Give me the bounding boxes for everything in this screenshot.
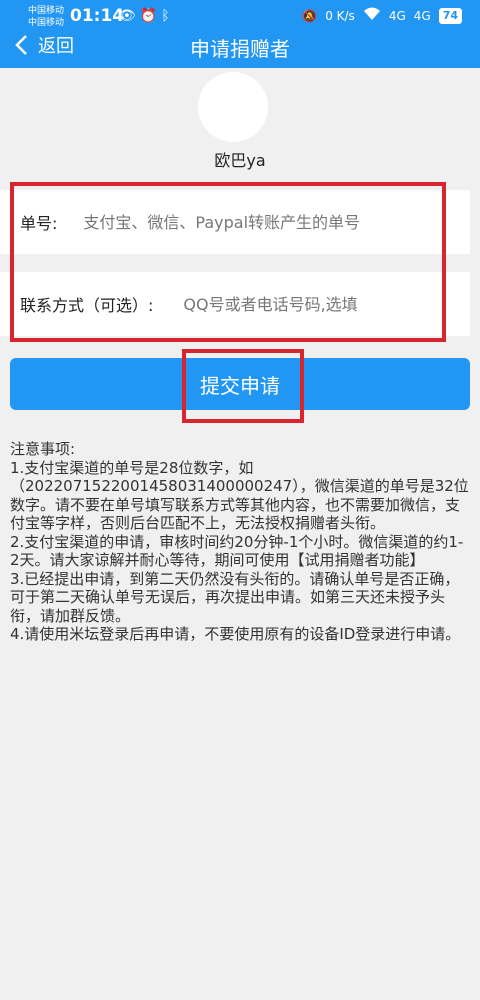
battery-icon: 74 — [438, 7, 462, 24]
carrier-2: 中国移动 — [28, 18, 65, 28]
status-time: 01:14 — [70, 6, 125, 26]
order-number-input[interactable] — [83, 212, 424, 232]
contact-label: 联系方式（可选）: — [20, 296, 154, 315]
submit-label: 提交申请 — [200, 373, 280, 398]
contact-row: 联系方式（可选）: — [0, 272, 470, 336]
avatar — [198, 72, 268, 142]
notes-item: 3.已经提出申请，到第二天仍然没有头衔的。请确认单号是否正确，可于第二天确认单号… — [10, 569, 460, 625]
wifi-icon — [363, 7, 381, 24]
network-speed: 0 K/s — [325, 8, 355, 23]
status-bar: 中国移动 中国移动 01:14 👁⏰ᛒ 🔕 0 K/s 4G 4G 74 — [0, 0, 480, 34]
page-title: 申请捐赠者 — [190, 37, 290, 61]
carrier-1: 中国移动 — [28, 6, 65, 16]
signal-1: 4G — [388, 8, 406, 23]
notes-heading: 注意事项: — [10, 440, 76, 458]
status-icons-left: 👁⏰ᛒ — [118, 8, 174, 24]
submit-button[interactable]: 提交申请 — [10, 358, 470, 410]
contact-input[interactable] — [183, 294, 414, 314]
alarm-icon: ⏰ — [139, 8, 162, 24]
username: 欧巴ya — [214, 151, 266, 170]
signal-2: 4G — [413, 8, 431, 23]
notes-section: 注意事项: 1.支付宝渠道的单号是28位数字，如（202207152200145… — [10, 440, 470, 644]
order-number-label: 单号: — [20, 214, 58, 233]
nav-bar: 返回 申请捐赠者 — [0, 30, 480, 68]
app-header: 中国移动 中国移动 01:14 👁⏰ᛒ 🔕 0 K/s 4G 4G 74 返回 … — [0, 0, 480, 68]
notes-item: 1.支付宝渠道的单号是28位数字，如（202207152200145803140… — [10, 458, 469, 533]
mute-icon: 🔕 — [302, 8, 318, 23]
carrier-info: 中国移动 中国移动 — [28, 5, 64, 29]
eye-icon: 👁 — [118, 8, 140, 24]
notes-item: 4.请使用米坛登录后再申请，不要使用原有的设备ID登录进行申请。 — [10, 625, 461, 643]
order-number-row: 单号: — [0, 190, 470, 254]
bluetooth-icon: ᛒ — [161, 8, 174, 24]
notes-item: 2.支付宝渠道的申请，审核时间约20分钟-1个小时。微信渠道的约1-2天。请大家… — [10, 532, 464, 570]
status-icons-right: 🔕 0 K/s 4G 4G 74 — [302, 7, 462, 24]
